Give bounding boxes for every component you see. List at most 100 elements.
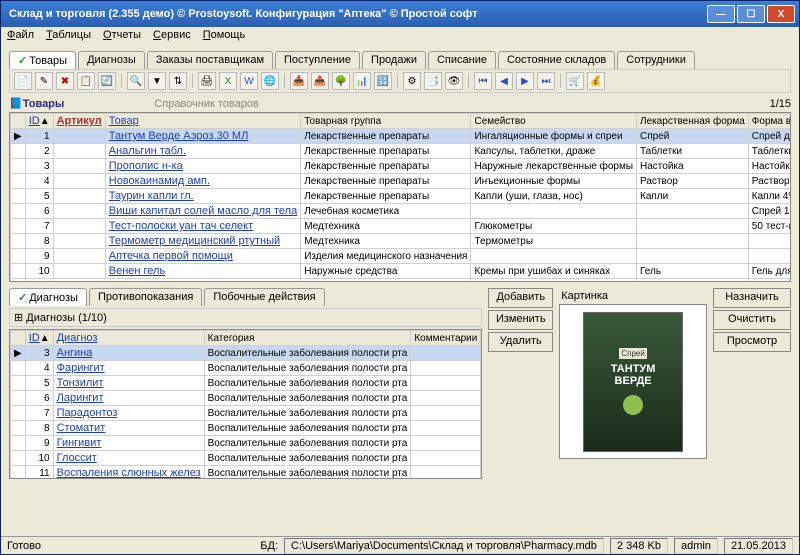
table-row[interactable]: 3Прополис н-каЛекарственные препаратыНар… bbox=[11, 159, 792, 174]
table-row[interactable]: 8СтоматитВоспалительные заболевания поло… bbox=[11, 421, 481, 436]
status-date: 21.05.2013 bbox=[724, 538, 793, 554]
status-ready: Готово bbox=[7, 540, 41, 552]
tool-money-icon[interactable]: 💰 bbox=[587, 72, 605, 90]
titlebar: Склад и торговля (2.355 демо) © Prostoys… bbox=[1, 1, 799, 27]
table-row[interactable]: 9Аптечка первой помощиИзделия медицинско… bbox=[11, 249, 792, 264]
col-form: Лекарственная форма bbox=[637, 114, 749, 129]
nav-prev-icon[interactable]: ◀ bbox=[495, 72, 513, 90]
edit-button[interactable]: Изменить bbox=[488, 310, 553, 330]
subtab-side[interactable]: Побочные действия bbox=[204, 288, 324, 306]
tool-props-icon[interactable]: 📑 bbox=[424, 72, 442, 90]
col-name: Товар bbox=[105, 114, 300, 129]
table-row[interactable]: 2Анальгин табл.Лекарственные препаратыКа… bbox=[11, 144, 792, 159]
tool-find-icon[interactable]: 🔍 bbox=[127, 72, 145, 90]
tab-diag[interactable]: Диагнозы bbox=[78, 51, 145, 69]
tool-new-icon[interactable]: 📄 bbox=[14, 72, 32, 90]
pic-label: Картинка bbox=[559, 288, 707, 304]
status-size: 2 348 Kb bbox=[610, 538, 668, 554]
tool-excel-icon[interactable]: X bbox=[219, 72, 237, 90]
tool-export-icon[interactable]: 📤 bbox=[311, 72, 329, 90]
tool-copy-icon[interactable]: 📋 bbox=[77, 72, 95, 90]
menu-tables[interactable]: Таблицы bbox=[46, 29, 91, 45]
tool-view-icon[interactable]: 👁 bbox=[445, 72, 463, 90]
tool-filter-icon[interactable]: ▼ bbox=[148, 72, 166, 90]
table-row[interactable]: 8Термометр медицинский ртутныйМедтехника… bbox=[11, 234, 792, 249]
tab-orders[interactable]: Заказы поставщикам bbox=[147, 51, 273, 69]
tool-edit-icon[interactable]: ✎ bbox=[35, 72, 53, 90]
goods-table[interactable]: ID▲ Артикул Товар Товарная группа Семейс… bbox=[9, 112, 791, 282]
menu-file[interactable]: Файл bbox=[7, 29, 34, 45]
col-rel: Форма выпуска bbox=[748, 114, 791, 129]
menu-service[interactable]: Сервис bbox=[153, 29, 191, 45]
table-row[interactable]: ▶1Тантум Верде Аэроз.30 МЛЛекарственные … bbox=[11, 129, 792, 144]
view-button[interactable]: Просмотр bbox=[713, 332, 791, 352]
subtab-diag[interactable]: ✓Диагнозы bbox=[9, 288, 87, 306]
subtab-contra[interactable]: Противопоказания bbox=[89, 288, 202, 306]
tab-incoming[interactable]: Поступление bbox=[275, 51, 360, 69]
status-path: C:\Users\Mariya\Documents\Склад и торгов… bbox=[284, 538, 604, 554]
window-title: Склад и торговля (2.355 демо) © Prostoys… bbox=[5, 8, 705, 20]
assign-button[interactable]: Назначить bbox=[713, 288, 791, 308]
table-row[interactable]: 4Новокаинамид амп.Лекарственные препарат… bbox=[11, 174, 792, 189]
nav-last-icon[interactable]: ⏭ bbox=[537, 72, 555, 90]
tab-stock[interactable]: Состояние складов bbox=[498, 51, 615, 69]
col-id: ID▲ bbox=[25, 114, 53, 129]
clear-button[interactable]: Очистить bbox=[713, 310, 791, 330]
table-row[interactable]: 5Таурин капли гл.Лекарственные препараты… bbox=[11, 189, 792, 204]
nav-first-icon[interactable]: ⏮ bbox=[474, 72, 492, 90]
del-button[interactable]: Удалить bbox=[488, 332, 553, 352]
maximize-button[interactable]: ☐ bbox=[737, 5, 765, 23]
toolbar: 📄 ✎ ✖ 📋 🔄 🔍 ▼ ⇅ 🖨 X W 🌐 📥 📤 🌳 📊 🔢 ⚙ 📑 👁 … bbox=[9, 69, 791, 93]
tool-import-icon[interactable]: 📥 bbox=[290, 72, 308, 90]
table-row[interactable]: 10ГлосситВоспалительные заболевания поло… bbox=[11, 451, 481, 466]
tool-del-icon[interactable]: ✖ bbox=[56, 72, 74, 90]
book-icon: 📘 bbox=[9, 97, 23, 110]
table-row[interactable]: 4ФарингитВоспалительные заболевания поло… bbox=[11, 361, 481, 376]
sub-header: ⊞ Диагнозы (1/10) bbox=[9, 308, 482, 327]
tool-cart-icon[interactable]: 🛒 bbox=[566, 72, 584, 90]
tool-print-icon[interactable]: 🖨 bbox=[198, 72, 216, 90]
picture-box: Спрей ТАНТУМВЕРДЕ bbox=[559, 304, 707, 459]
tool-word-icon[interactable]: W bbox=[240, 72, 258, 90]
col-fam: Семейство bbox=[471, 114, 637, 129]
list-subtitle: Справочник товаров bbox=[154, 98, 259, 110]
table-row[interactable]: ▶3АнгинаВоспалительные заболевания полос… bbox=[11, 346, 481, 361]
minimize-button[interactable]: — bbox=[707, 5, 735, 23]
menu-help[interactable]: Помощь bbox=[203, 29, 246, 45]
list-header: 📘 Товары Справочник товаров 1/15 bbox=[9, 97, 791, 110]
tool-tree-icon[interactable]: 🌳 bbox=[332, 72, 350, 90]
tool-sort-icon[interactable]: ⇅ bbox=[169, 72, 187, 90]
table-row[interactable]: 10Венен гельНаружные средстваКремы при у… bbox=[11, 264, 792, 279]
list-title: Товары bbox=[23, 98, 65, 110]
table-row[interactable]: 5ТонзилитВоспалительные заболевания поло… bbox=[11, 376, 481, 391]
table-row[interactable]: 9ГингивитВоспалительные заболевания поло… bbox=[11, 436, 481, 451]
menubar: Файл Таблицы Отчеты Сервис Помощь bbox=[1, 27, 799, 47]
col-grp: Товарная группа bbox=[301, 114, 471, 129]
tool-html-icon[interactable]: 🌐 bbox=[261, 72, 279, 90]
table-row[interactable]: 11Воспаления слюнных железВоспалительные… bbox=[11, 466, 481, 480]
close-button[interactable]: X bbox=[767, 5, 795, 23]
tab-sales[interactable]: Продажи bbox=[362, 51, 426, 69]
table-row[interactable]: 11Нутрилон 1 смесь мол.Детские товарыДет… bbox=[11, 279, 792, 283]
table-row[interactable]: 7Тест-полоски уан тач селектМедтехникаГл… bbox=[11, 219, 792, 234]
tool-settings-icon[interactable]: ⚙ bbox=[403, 72, 421, 90]
table-row[interactable]: 6Виши капитал солей масло для телаЛечебн… bbox=[11, 204, 792, 219]
add-button[interactable]: Добавить bbox=[488, 288, 553, 308]
tab-staff[interactable]: Сотрудники bbox=[617, 51, 695, 69]
main-tabs: ✓Товары Диагнозы Заказы поставщикам Пост… bbox=[1, 47, 799, 69]
diag-table[interactable]: ID▲ДиагнозКатегорияКомментарии ▶3АнгинаВ… bbox=[9, 329, 482, 479]
list-count: 1/15 bbox=[770, 98, 791, 110]
tool-refresh-icon[interactable]: 🔄 bbox=[98, 72, 116, 90]
tool-calc-icon[interactable]: 🔢 bbox=[374, 72, 392, 90]
tab-goods[interactable]: ✓Товары bbox=[9, 51, 76, 69]
col-art: Артикул bbox=[53, 114, 105, 129]
product-image: Спрей ТАНТУМВЕРДЕ bbox=[583, 312, 683, 452]
tool-chart-icon[interactable]: 📊 bbox=[353, 72, 371, 90]
menu-reports[interactable]: Отчеты bbox=[103, 29, 141, 45]
statusbar: Готово БД: C:\Users\Mariya\Documents\Скл… bbox=[1, 536, 799, 554]
table-row[interactable]: 7ПарадонтозВоспалительные заболевания по… bbox=[11, 406, 481, 421]
table-row[interactable]: 6ЛарингитВоспалительные заболевания поло… bbox=[11, 391, 481, 406]
nav-next-icon[interactable]: ▶ bbox=[516, 72, 534, 90]
tab-writeoff[interactable]: Списание bbox=[428, 51, 496, 69]
status-user: admin bbox=[674, 538, 718, 554]
